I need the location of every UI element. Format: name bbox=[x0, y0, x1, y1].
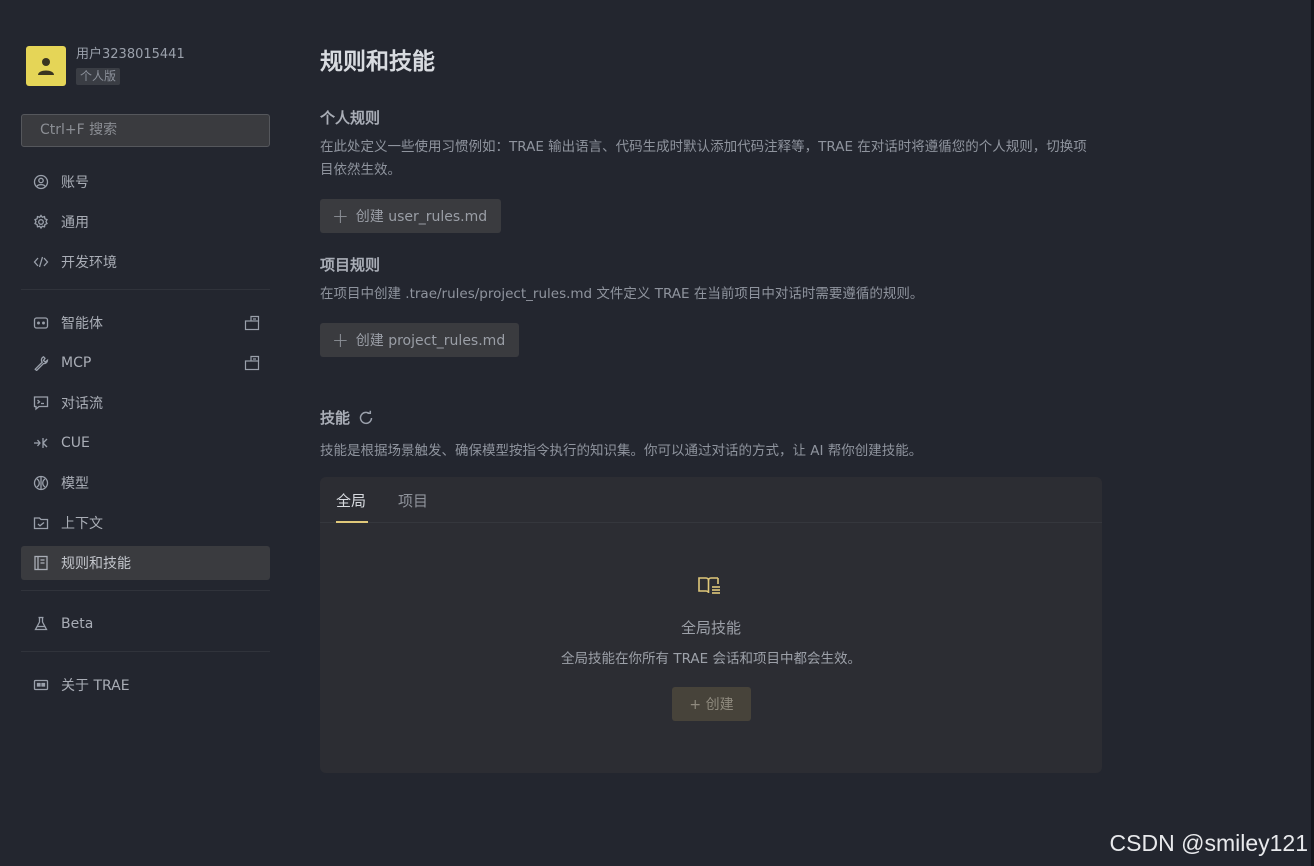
sidebar-item-label: Beta bbox=[61, 616, 94, 632]
page-title: 规则和技能 bbox=[320, 49, 435, 75]
bot-icon bbox=[33, 315, 49, 331]
watermark: CSDN @smiley121 bbox=[1109, 830, 1308, 856]
create-project-rules-button[interactable]: + 创建 project_rules.md bbox=[320, 323, 520, 357]
sidebar-item-general[interactable]: 通用 bbox=[21, 205, 270, 239]
empty-state-title: 全局技能 bbox=[680, 619, 741, 637]
open-book-icon bbox=[697, 574, 723, 598]
user-name: 用户3238015441 bbox=[76, 47, 185, 62]
wrench-icon bbox=[33, 355, 49, 371]
divider bbox=[21, 651, 270, 652]
rules-book-icon bbox=[33, 555, 49, 571]
avatar[interactable] bbox=[26, 46, 66, 86]
sidebar-item-mcp[interactable]: MCP bbox=[21, 346, 270, 380]
gear-icon bbox=[33, 214, 49, 230]
skills-panel: 全局 项目 全局技能 全局技能在你所有 TRAE 会话和项目中都会生效。 + 创… bbox=[320, 477, 1102, 773]
chat-terminal-icon bbox=[33, 395, 49, 411]
sidebar-item-label: 开发环境 bbox=[61, 255, 117, 271]
sidebar-item-label: 对话流 bbox=[61, 396, 103, 412]
personal-rules-title: 个人规则 bbox=[320, 109, 381, 127]
sidebar-item-dev-env[interactable]: 开发环境 bbox=[21, 245, 270, 279]
skills-tabs: 全局 项目 bbox=[320, 477, 1102, 523]
code-icon bbox=[33, 254, 49, 270]
project-rules-desc: 在项目中创建 .trae/rules/project_rules.md 文件定义… bbox=[320, 286, 924, 302]
user-circle-icon bbox=[33, 174, 49, 190]
sidebar-item-beta[interactable]: Beta bbox=[21, 607, 270, 641]
cue-icon bbox=[33, 435, 49, 451]
divider bbox=[21, 289, 270, 290]
sidebar-item-label: 规则和技能 bbox=[61, 556, 131, 572]
skills-desc: 技能是根据场景触发、确保模型按指令执行的知识集。你可以通过对话的方式，让 AI … bbox=[320, 443, 923, 459]
sidebar-item-about[interactable]: 关于 TRAE bbox=[21, 668, 270, 702]
sidebar-item-label: 通用 bbox=[61, 215, 89, 231]
sidebar-item-context[interactable]: 上下文 bbox=[21, 506, 270, 540]
context-icon bbox=[33, 515, 49, 531]
external-link-icon[interactable] bbox=[244, 315, 260, 331]
about-icon bbox=[33, 677, 49, 693]
plus-icon: + bbox=[332, 204, 349, 228]
user-icon bbox=[38, 58, 54, 75]
sidebar-item-label: 账号 bbox=[61, 175, 89, 191]
plan-badge: 个人版 bbox=[76, 68, 121, 85]
divider bbox=[21, 590, 270, 591]
sidebar-item-rules-skills[interactable]: 规则和技能 bbox=[21, 546, 270, 580]
active-tab-indicator bbox=[336, 521, 368, 523]
skills-title-row: 技能 bbox=[320, 407, 374, 428]
sidebar-item-agents[interactable]: 智能体 bbox=[21, 306, 270, 340]
project-rules-title: 项目规则 bbox=[320, 256, 381, 274]
flask-icon bbox=[33, 616, 49, 632]
refresh-icon[interactable] bbox=[358, 410, 374, 426]
sidebar-item-model[interactable]: 模型 bbox=[21, 466, 270, 500]
tab-global[interactable]: 全局 bbox=[336, 490, 366, 511]
create-skill-button[interactable]: + 创建 bbox=[672, 687, 751, 721]
create-user-rules-button[interactable]: + 创建 user_rules.md bbox=[320, 199, 502, 233]
sidebar-item-label: MCP bbox=[61, 355, 92, 371]
button-label: 创建 project_rules.md bbox=[355, 333, 506, 349]
search-input[interactable]: Ctrl+F 搜索 bbox=[21, 114, 270, 147]
tab-project[interactable]: 项目 bbox=[398, 490, 428, 511]
sidebar-item-dialog-flow[interactable]: 对话流 bbox=[21, 386, 270, 420]
plus-icon: + bbox=[332, 328, 349, 352]
sidebar-item-label: 模型 bbox=[61, 476, 89, 492]
empty-state-desc: 全局技能在你所有 TRAE 会话和项目中都会生效。 bbox=[561, 651, 861, 667]
sidebar-item-label: 智能体 bbox=[61, 316, 103, 332]
sidebar: 用户3238015441 个人版 Ctrl+F 搜索 账号 通用 开发环境 智能… bbox=[0, 0, 290, 866]
personal-rules-desc: 在此处定义一些使用习惯例如：TRAE 输出语言、代码生成时默认添加代码注释等，T… bbox=[320, 139, 1087, 178]
sidebar-item-label: CUE bbox=[61, 435, 90, 451]
sidebar-item-account[interactable]: 账号 bbox=[21, 165, 270, 199]
button-label: 创建 user_rules.md bbox=[355, 209, 488, 225]
user-profile[interactable]: 用户3238015441 个人版 bbox=[26, 46, 270, 88]
sidebar-item-cue[interactable]: CUE bbox=[21, 426, 270, 460]
sidebar-item-label: 上下文 bbox=[61, 516, 103, 532]
model-icon bbox=[33, 475, 49, 491]
external-link-icon[interactable] bbox=[244, 355, 260, 371]
sidebar-nav: 账号 通用 开发环境 智能体 MCP 对话流 CUE 模型 上下文 规则和技能 … bbox=[21, 165, 270, 702]
sidebar-item-label: 关于 TRAE bbox=[61, 678, 130, 694]
skills-title: 技能 bbox=[320, 409, 351, 427]
